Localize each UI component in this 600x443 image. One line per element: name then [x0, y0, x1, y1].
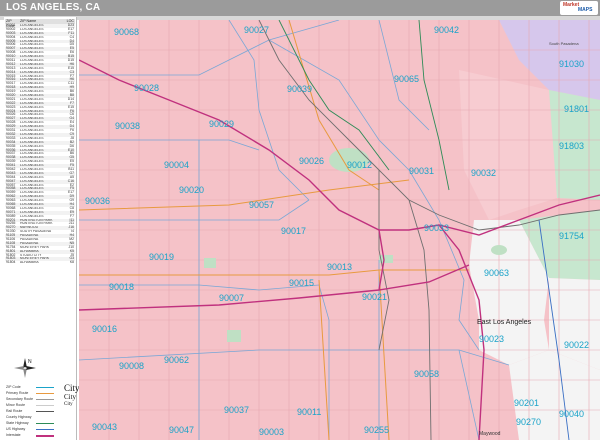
- zip-label: 90037: [224, 405, 249, 415]
- zip-label: 90062: [164, 355, 189, 365]
- zip-label: 90068: [114, 27, 139, 37]
- zip-label: 90023: [479, 334, 504, 344]
- zip-index-loc: K8: [69, 260, 74, 265]
- legend-zip-line: [36, 387, 54, 388]
- zip-label: 90008: [119, 361, 144, 371]
- legend-primary-line: [36, 393, 54, 394]
- zip-label: 90013: [327, 262, 352, 272]
- logo-text-1: Market: [563, 2, 580, 8]
- zip-label: 90032: [471, 168, 496, 178]
- zip-label: 91801: [564, 104, 589, 114]
- zip-label: 90017: [281, 226, 306, 236]
- legend-interstate-line: [36, 435, 54, 437]
- zip-label: 90038: [115, 121, 140, 131]
- legend-us-line: [36, 429, 54, 430]
- logo-text-2: MAPS: [578, 7, 593, 13]
- legend-minor-line: [36, 405, 54, 406]
- zip-label: 90007: [219, 293, 244, 303]
- legend-city-medium: City: [64, 393, 77, 401]
- zip-label: 90022: [564, 340, 589, 350]
- zip-index-table: ZIP Code ZIP Name LOC 90001 LOS ANGELES D2…: [5, 19, 75, 265]
- zip-label: 90036: [85, 196, 110, 206]
- legend-state: State Highway: [6, 421, 29, 425]
- zip-label: 90047: [169, 425, 194, 435]
- legend-us: US Highway: [6, 427, 26, 431]
- zip-label: 91803: [559, 141, 584, 151]
- legend-city-large: City: [64, 383, 80, 393]
- zip-label: 91754: [559, 231, 584, 241]
- title-bar: LOS ANGELES, CA Market MAPS: [0, 0, 600, 16]
- zip-label: 90065: [394, 74, 419, 84]
- compass-rose-icon: N: [14, 358, 36, 378]
- zip-label: 90016: [92, 324, 117, 334]
- zip-label: 90026: [299, 156, 324, 166]
- place-label-east-los-angeles: East Los Angeles: [477, 319, 532, 326]
- legend-rail-line: [36, 411, 54, 412]
- map-poster: LOS ANGELES, CA Market MAPS 2023 ZIP Cod…: [0, 0, 600, 440]
- zip-index-row: 91804 ALHAMBRA K8: [5, 260, 75, 265]
- zip-label: 90011: [297, 407, 321, 417]
- zip-label: 90019: [149, 252, 174, 262]
- place-label-maywood: Maywood: [479, 431, 501, 437]
- legend-rail: Rail Route: [6, 409, 23, 413]
- zip-label: 90029: [209, 119, 234, 129]
- zip-code-map[interactable]: South Pasadena East Los Angeles Maywood …: [79, 20, 600, 440]
- zip-label: 90031: [409, 166, 434, 176]
- legend-minor: Minor Route: [6, 403, 26, 407]
- zip-label: 90015: [289, 278, 314, 288]
- zip-label: 90003: [259, 427, 284, 437]
- zip-label: 90027: [244, 25, 269, 35]
- legend-state-line: [36, 423, 54, 424]
- zip-label: 90201: [514, 398, 539, 408]
- legend-primary: Primary Route: [6, 391, 29, 395]
- legend-secondary-line: [36, 399, 54, 400]
- legend-county: County Highway: [6, 415, 32, 419]
- legend-panel: ZIP Code ZIP Name LOC 90001 LOS ANGELES D2…: [4, 17, 80, 443]
- legend-interstate: Interstate: [6, 433, 21, 437]
- zip-label: 90043: [92, 422, 117, 432]
- zip-label: 90040: [559, 409, 584, 419]
- zip-label: 90021: [362, 292, 387, 302]
- compass-n-label: N: [28, 359, 32, 365]
- legend-city-small: City: [64, 402, 73, 407]
- market-maps-logo: Market MAPS: [560, 1, 598, 15]
- zip-label: 90057: [249, 200, 274, 210]
- zip-label: 91030: [559, 59, 584, 69]
- zip-label: 90255: [364, 425, 389, 435]
- zip-index-code: 91804: [6, 260, 16, 265]
- zip-label: 90020: [179, 185, 204, 195]
- zip-label: 90018: [109, 282, 134, 292]
- zip-label: 90063: [484, 268, 509, 278]
- zip-label: 90004: [164, 160, 189, 170]
- zip-index-name: ALHAMBRA: [20, 261, 39, 265]
- zip-label: 90028: [134, 83, 159, 93]
- place-label-south-pasadena: South Pasadena: [549, 41, 579, 46]
- zip-label: 90058: [414, 369, 439, 379]
- zip-label: 90012: [347, 160, 372, 170]
- road-legend: ZIP Code Primary Route Secondary Route M…: [6, 383, 80, 443]
- zip-label: 90039: [287, 84, 312, 94]
- map-canvas[interactable]: South Pasadena East Los Angeles Maywood …: [79, 20, 600, 440]
- zip-index-rows: 90001 LOS ANGELES D23 90002 LOS ANGELES E17 90…: [5, 23, 75, 265]
- map-title: LOS ANGELES, CA: [6, 2, 101, 13]
- legend-secondary: Secondary Route: [6, 397, 34, 401]
- zip-label: 90033: [424, 223, 449, 233]
- zip-label: 90270: [516, 417, 541, 427]
- zip-label: 90042: [434, 25, 459, 35]
- legend-zip: ZIP Code: [6, 385, 21, 389]
